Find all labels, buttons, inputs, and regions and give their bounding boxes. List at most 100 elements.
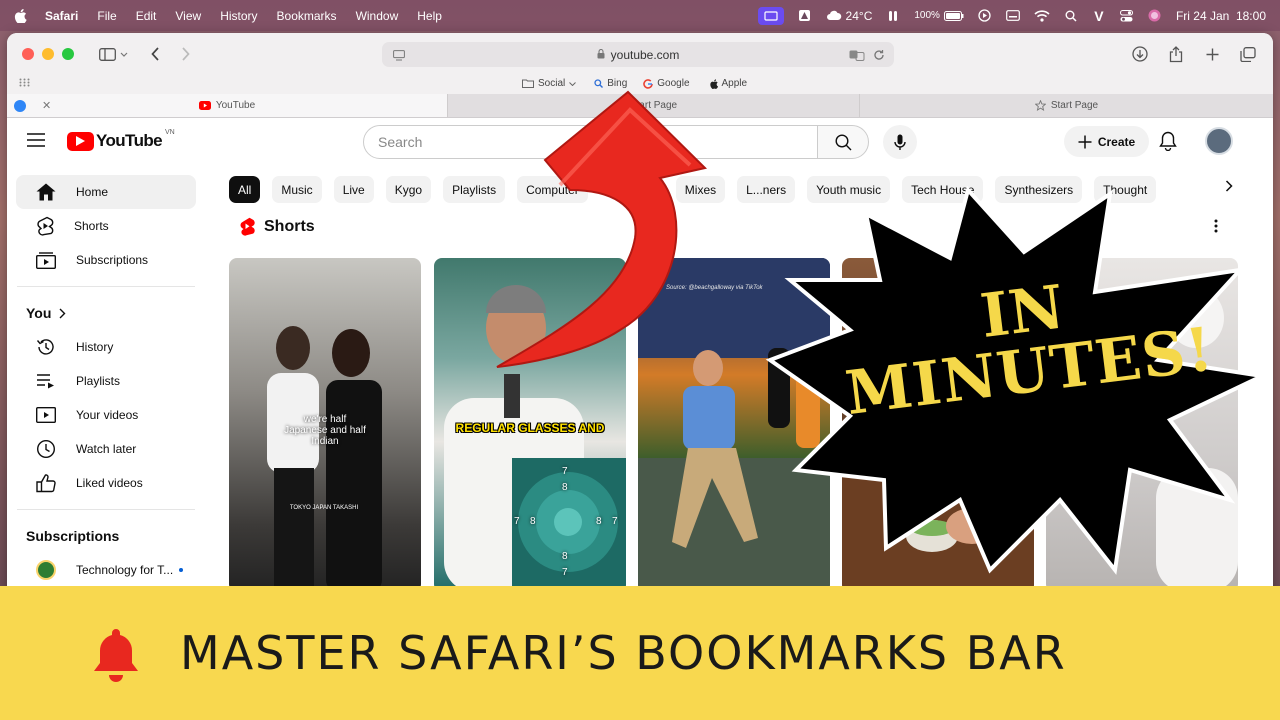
- now-playing-icon[interactable]: [978, 9, 992, 23]
- youtube-logo[interactable]: YouTube VN: [67, 129, 175, 151]
- downloads-icon[interactable]: [1129, 43, 1151, 65]
- sidebar-item-playlists[interactable]: Playlists: [16, 364, 196, 398]
- short-thumbnail-3[interactable]: Source: @beachgalloway via TikTok: [638, 258, 830, 592]
- liked-videos-icon: [36, 473, 56, 492]
- chip-partial[interactable]: ...its: [623, 176, 664, 203]
- address-bar[interactable]: youtube.com: [382, 42, 894, 67]
- channel-name: Technology for T...: [76, 563, 174, 577]
- chip-youth-music[interactable]: Youth music: [807, 176, 891, 203]
- favorite-bing[interactable]: Bing: [594, 78, 627, 89]
- chip-playlists[interactable]: Playlists: [443, 176, 506, 203]
- favorite-social-folder[interactable]: Social: [522, 78, 577, 89]
- chip-listeners[interactable]: L...ners: [737, 176, 796, 203]
- sidebar-toggle-icon[interactable]: [96, 43, 118, 65]
- search-input[interactable]: Search: [363, 125, 818, 159]
- new-tab-icon[interactable]: [1201, 43, 1223, 65]
- close-window-button[interactable]: [22, 48, 34, 60]
- sidebar-item-label: Playlists: [76, 374, 121, 388]
- sidebar-item-your-videos[interactable]: Your videos: [16, 398, 196, 432]
- youtube-header: YouTube VN Search Create: [7, 118, 1273, 164]
- youtube-play-icon: [67, 131, 94, 151]
- back-button[interactable]: [144, 43, 166, 65]
- sidebar-item-shorts[interactable]: Shorts: [16, 209, 196, 243]
- share-icon[interactable]: [1165, 43, 1187, 65]
- chip-kygo[interactable]: Kygo: [385, 176, 432, 203]
- chips-next-arrow-icon[interactable]: [1225, 179, 1233, 197]
- airpods-icon[interactable]: [886, 9, 900, 23]
- menu-history[interactable]: History: [220, 9, 257, 23]
- short-3-source: Source: @beachgalloway via TikTok: [666, 285, 763, 291]
- sidebar-item-label: Home: [76, 185, 109, 199]
- v-app-icon[interactable]: V: [1092, 8, 1106, 24]
- chip-mixes[interactable]: Mixes: [675, 176, 726, 203]
- chip-live[interactable]: Live: [333, 176, 374, 203]
- weather-cloud-icon[interactable]: [826, 9, 842, 23]
- close-tab-icon[interactable]: ✕: [42, 99, 51, 112]
- tab-start-page[interactable]: Start Page: [447, 94, 859, 117]
- chip-thought[interactable]: Thought: [1094, 176, 1157, 203]
- chip-computer[interactable]: Computer: [517, 176, 588, 203]
- menu-bookmarks[interactable]: Bookmarks: [277, 9, 337, 23]
- menu-file[interactable]: File: [97, 9, 116, 23]
- spotlight-search-icon[interactable]: [1064, 9, 1078, 23]
- apple-menu-icon[interactable]: [14, 8, 27, 23]
- sidebar-item-home[interactable]: Home: [16, 175, 196, 209]
- menu-bar-clock[interactable]: Fri 24 Jan 18:00: [1176, 9, 1266, 23]
- chevron-down-icon[interactable]: [118, 43, 130, 65]
- shorts-icon: [37, 216, 54, 236]
- search-icon: [834, 133, 851, 150]
- notifications-bell-icon[interactable]: [1159, 131, 1177, 156]
- short-1-caption: we're half Japanese and half Indian: [284, 414, 366, 447]
- create-label: Create: [1097, 134, 1136, 149]
- screen-mirroring-icon[interactable]: [757, 6, 784, 25]
- channel-avatar: [36, 560, 56, 580]
- create-button[interactable]: Create: [1064, 126, 1149, 157]
- sidebar-you-heading[interactable]: You: [7, 296, 205, 330]
- sidebar-channel-item[interactable]: Technology for T...: [16, 553, 196, 587]
- forward-button[interactable]: [174, 43, 196, 65]
- battery-icon[interactable]: [943, 9, 964, 23]
- short-1-location: TOKYO JAPAN TAKASHI: [289, 505, 359, 511]
- tab-overview-icon[interactable]: [1237, 43, 1259, 65]
- favorite-label: Apple: [721, 78, 748, 89]
- subscriptions-icon: [36, 251, 56, 269]
- menu-window[interactable]: Window: [356, 9, 399, 23]
- account-avatar[interactable]: [1205, 127, 1233, 155]
- zoom-window-button[interactable]: [62, 48, 74, 60]
- more-options-icon[interactable]: [1214, 219, 1218, 238]
- sidebar-item-watch-later[interactable]: Watch later: [16, 432, 196, 466]
- keyboard-icon[interactable]: [1006, 9, 1020, 23]
- chip-synthesizers[interactable]: Synthesizers: [995, 176, 1083, 203]
- page-menu-icon[interactable]: [388, 44, 410, 66]
- target-number: 7: [562, 466, 568, 477]
- favorite-apple[interactable]: Apple: [709, 78, 748, 89]
- favorite-google[interactable]: Google: [643, 78, 690, 89]
- translate-icon[interactable]: [846, 44, 868, 66]
- target-number: 7: [514, 516, 520, 527]
- sidebar-item-liked-videos[interactable]: Liked videos: [16, 466, 196, 500]
- menu-edit[interactable]: Edit: [136, 9, 157, 23]
- search-button[interactable]: [817, 125, 869, 159]
- wifi-icon[interactable]: [1034, 9, 1050, 23]
- minimize-window-button[interactable]: [42, 48, 54, 60]
- chip-music[interactable]: Music: [272, 176, 322, 203]
- tab-start-page-2[interactable]: Start Page: [859, 94, 1273, 117]
- menu-help[interactable]: Help: [417, 9, 442, 23]
- sidebar-item-subscriptions[interactable]: Subscriptions: [16, 243, 196, 277]
- sidebar-item-history[interactable]: History: [16, 330, 196, 364]
- vpn-icon[interactable]: [798, 9, 812, 23]
- menu-safari[interactable]: Safari: [45, 9, 78, 23]
- short-thumbnail-2[interactable]: REGULAR GLASSES AND 7 8 7 8 8 7 8 7: [434, 258, 626, 592]
- reload-icon[interactable]: [868, 44, 890, 66]
- short-thumbnail-1[interactable]: we're half Japanese and half Indian TOKY…: [229, 258, 421, 592]
- chip-all[interactable]: All: [229, 176, 261, 203]
- menu-view[interactable]: View: [175, 9, 201, 23]
- tab-youtube[interactable]: ✕ YouTube: [7, 94, 447, 117]
- apps-grid-icon[interactable]: [19, 78, 30, 90]
- control-center-icon[interactable]: [1120, 9, 1134, 23]
- filter-chips: All Music Live Kygo Playlists Computer .…: [229, 176, 1239, 203]
- chip-tech-house[interactable]: Tech House: [902, 176, 984, 203]
- siri-icon[interactable]: [1148, 9, 1162, 23]
- voice-search-button[interactable]: [883, 125, 917, 159]
- menu-icon[interactable]: [27, 133, 45, 152]
